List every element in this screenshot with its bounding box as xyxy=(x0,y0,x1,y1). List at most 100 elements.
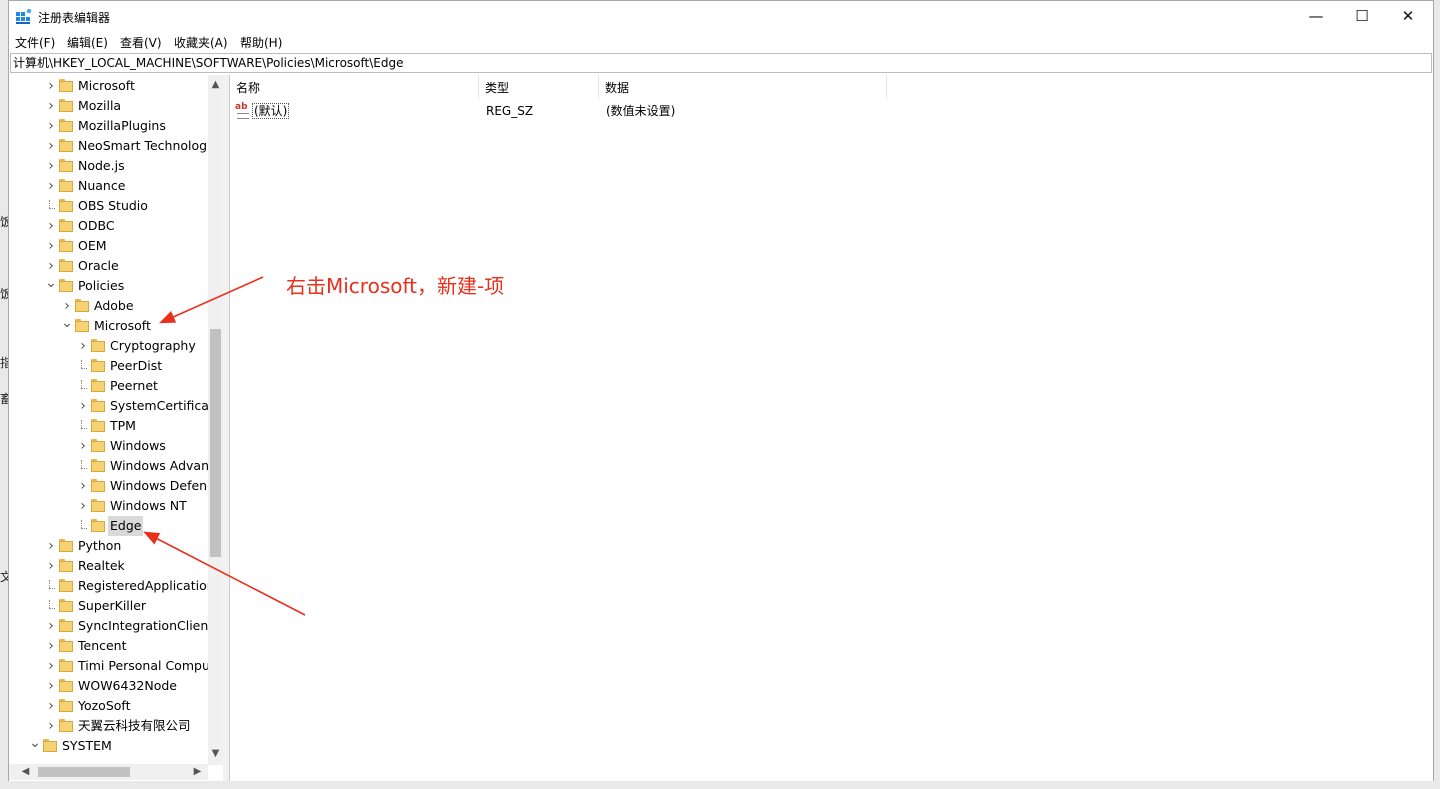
tree-item[interactable]: Peernet xyxy=(9,376,223,396)
tree-item[interactable]: › WOW6432Node xyxy=(9,676,223,696)
tree-item[interactable]: › OEM xyxy=(9,236,223,256)
column-type[interactable]: 类型 xyxy=(479,75,599,99)
chevron-right-icon[interactable]: › xyxy=(45,176,57,196)
tree-item[interactable]: › Windows Defenc xyxy=(9,476,223,496)
menu-view[interactable]: 查看(V) xyxy=(120,34,162,51)
tree-item[interactable]: › Nuance xyxy=(9,176,223,196)
chevron-right-icon[interactable]: › xyxy=(45,676,57,696)
menu-file[interactable]: 文件(F) xyxy=(15,34,55,51)
tree-item[interactable]: ⌄ Policies xyxy=(9,276,223,296)
chevron-right-icon[interactable]: › xyxy=(45,76,57,96)
chevron-right-icon[interactable]: › xyxy=(77,476,89,496)
value-list[interactable]: 名称 类型 数据 ab (默认) REG_SZ (数值未设置) xyxy=(230,75,1433,781)
chevron-right-icon[interactable]: › xyxy=(61,296,73,316)
chevron-right-icon[interactable]: › xyxy=(77,396,89,416)
folder-icon xyxy=(91,499,105,512)
tree-item-label: SyncIntegrationClients xyxy=(78,618,220,633)
tree-item[interactable]: › NeoSmart Technologi xyxy=(9,136,223,156)
chevron-right-icon[interactable]: › xyxy=(45,716,57,736)
tree-item[interactable]: OBS Studio xyxy=(9,196,223,216)
scroll-down-icon[interactable]: ▼ xyxy=(208,746,223,761)
menu-favorites[interactable]: 收藏夹(A) xyxy=(174,34,228,51)
tree-item[interactable]: › Timi Personal Comput xyxy=(9,656,223,676)
scroll-up-icon[interactable]: ▲ xyxy=(208,77,223,92)
folder-icon xyxy=(91,359,105,372)
scroll-thumb[interactable] xyxy=(210,329,221,557)
annotation-text: 右击Microsoft，新建-项 xyxy=(286,274,505,298)
chevron-right-icon[interactable]: › xyxy=(45,116,57,136)
tree-item[interactable]: › Windows xyxy=(9,436,223,456)
title-bar[interactable]: 注册表编辑器 — ☐ ✕ xyxy=(9,1,1433,32)
tree-vertical-scrollbar[interactable]: ▲ ▼ xyxy=(208,75,223,765)
tree-item[interactable]: › MozillaPlugins xyxy=(9,116,223,136)
chevron-down-icon[interactable]: ⌄ xyxy=(29,736,41,750)
tree-horizontal-scrollbar[interactable]: ◀ ▶ xyxy=(9,764,208,780)
menu-edit[interactable]: 编辑(E) xyxy=(67,34,108,51)
tree-item[interactable]: › SystemCertificate xyxy=(9,396,223,416)
registry-editor-icon xyxy=(16,9,32,24)
chevron-right-icon[interactable]: › xyxy=(45,656,57,676)
chevron-right-icon[interactable]: › xyxy=(45,256,57,276)
folder-icon xyxy=(59,619,73,632)
close-button[interactable]: ✕ xyxy=(1385,1,1431,32)
chevron-right-icon[interactable]: › xyxy=(45,536,57,556)
chevron-right-icon[interactable]: › xyxy=(45,216,57,236)
tree-item[interactable]: › Cryptography xyxy=(9,336,223,356)
address-bar[interactable]: 计算机\HKEY_LOCAL_MACHINE\SOFTWARE\Policies… xyxy=(10,53,1432,73)
tree-item-label: YozoSoft xyxy=(78,698,131,713)
column-data[interactable]: 数据 xyxy=(599,75,887,99)
folder-icon xyxy=(75,299,89,312)
chevron-right-icon[interactable]: › xyxy=(77,496,89,516)
tree-item[interactable]: › Tencent xyxy=(9,636,223,656)
chevron-right-icon[interactable]: › xyxy=(45,636,57,656)
tree-item-label: 天翼云科技有限公司 xyxy=(78,718,191,733)
tree-item[interactable]: › 天翼云科技有限公司 xyxy=(9,716,223,736)
list-header: 名称 类型 数据 xyxy=(230,75,1433,99)
tree-item[interactable]: › Mozilla xyxy=(9,96,223,116)
tree-item[interactable]: › Realtek xyxy=(9,556,223,576)
chevron-right-icon[interactable]: › xyxy=(45,556,57,576)
minimize-button[interactable]: — xyxy=(1293,1,1339,32)
chevron-right-icon[interactable]: › xyxy=(45,96,57,116)
chevron-right-icon[interactable]: › xyxy=(45,696,57,716)
column-name[interactable]: 名称 xyxy=(230,75,479,99)
pane-splitter[interactable] xyxy=(223,75,230,781)
chevron-right-icon[interactable]: › xyxy=(45,136,57,156)
tree-item[interactable]: PeerDist xyxy=(9,356,223,376)
chevron-right-icon[interactable]: › xyxy=(45,156,57,176)
maximize-button[interactable]: ☐ xyxy=(1339,1,1385,32)
chevron-right-icon[interactable]: › xyxy=(45,236,57,256)
tree-item[interactable]: › Adobe xyxy=(9,296,223,316)
scroll-right-icon[interactable]: ▶ xyxy=(190,764,205,780)
tree-item[interactable]: › Oracle xyxy=(9,256,223,276)
folder-icon xyxy=(91,519,105,532)
tree-item[interactable]: ⌄ SYSTEM xyxy=(9,736,223,756)
chevron-down-icon[interactable]: ⌄ xyxy=(61,316,73,330)
tree-item[interactable]: › Microsoft xyxy=(9,76,223,96)
tree-item[interactable]: Windows Advanc xyxy=(9,456,223,476)
menu-help[interactable]: 帮助(H) xyxy=(240,34,282,51)
tree-item-label: Microsoft xyxy=(94,318,151,333)
hscroll-thumb[interactable] xyxy=(38,767,130,777)
tree-item[interactable]: SuperKiller xyxy=(9,596,223,616)
value-row[interactable]: ab (默认) REG_SZ (数值未设置) xyxy=(230,100,1433,122)
tree-item[interactable]: Edge xyxy=(9,516,223,536)
chevron-right-icon[interactable]: › xyxy=(77,436,89,456)
folder-icon xyxy=(75,319,89,332)
tree-item[interactable]: RegisteredApplication xyxy=(9,576,223,596)
chevron-right-icon[interactable]: › xyxy=(77,336,89,356)
tree-item[interactable]: › Node.js xyxy=(9,156,223,176)
background-text-5: 文 xyxy=(0,570,8,584)
tree-item[interactable]: › YozoSoft xyxy=(9,696,223,716)
scroll-left-icon[interactable]: ◀ xyxy=(18,764,33,780)
tree-item[interactable]: › Python xyxy=(9,536,223,556)
tree-item[interactable]: › SyncIntegrationClients xyxy=(9,616,223,636)
tree-item[interactable]: ⌄ Microsoft xyxy=(9,316,223,336)
folder-icon xyxy=(91,399,105,412)
tree-item[interactable]: TPM xyxy=(9,416,223,436)
chevron-right-icon[interactable]: › xyxy=(45,616,57,636)
tree-item[interactable]: › Windows NT xyxy=(9,496,223,516)
key-tree[interactable]: › Microsoft › Mozilla › MozillaPlugins › NeoSma… xyxy=(9,75,223,781)
chevron-down-icon[interactable]: ⌄ xyxy=(45,276,57,290)
tree-item[interactable]: › ODBC xyxy=(9,216,223,236)
